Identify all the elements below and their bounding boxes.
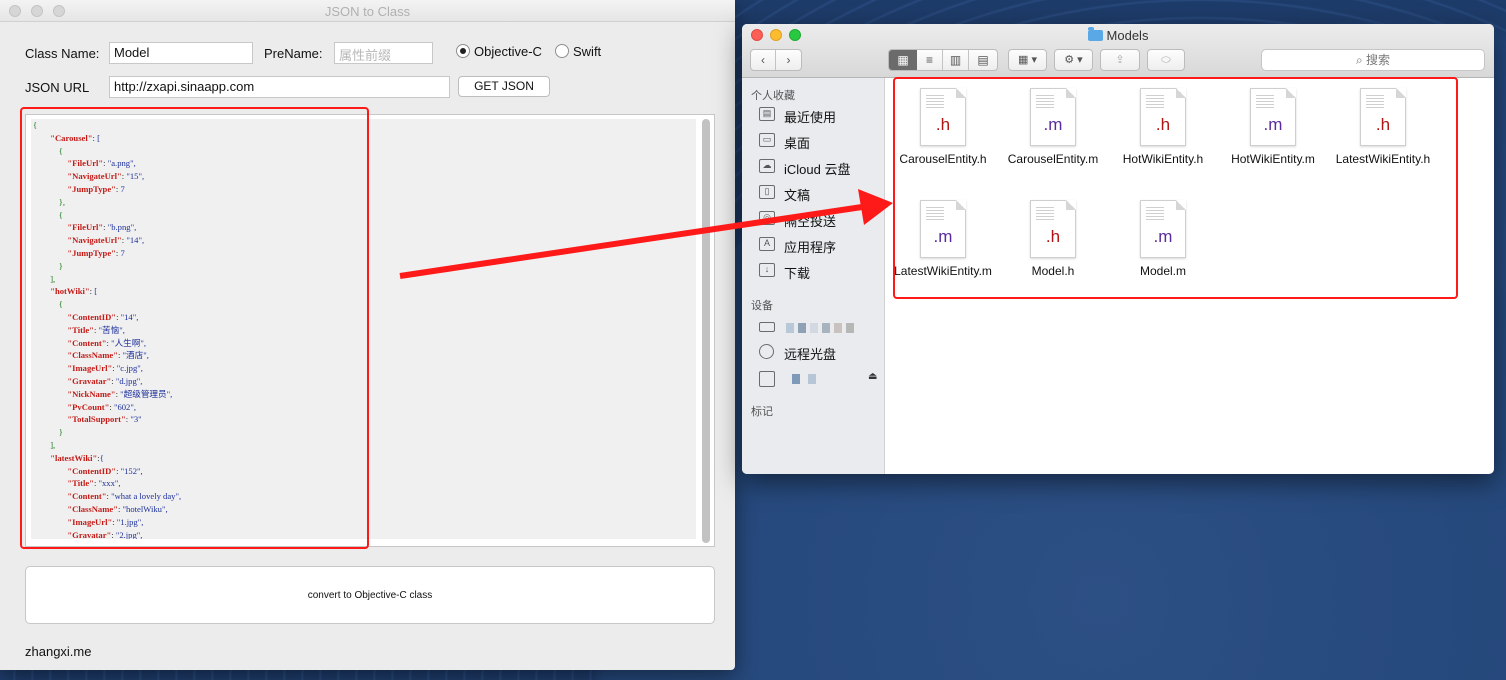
red-arrow bbox=[399, 189, 893, 279]
arrow-head bbox=[858, 189, 893, 225]
arrow-shaft bbox=[399, 204, 863, 279]
